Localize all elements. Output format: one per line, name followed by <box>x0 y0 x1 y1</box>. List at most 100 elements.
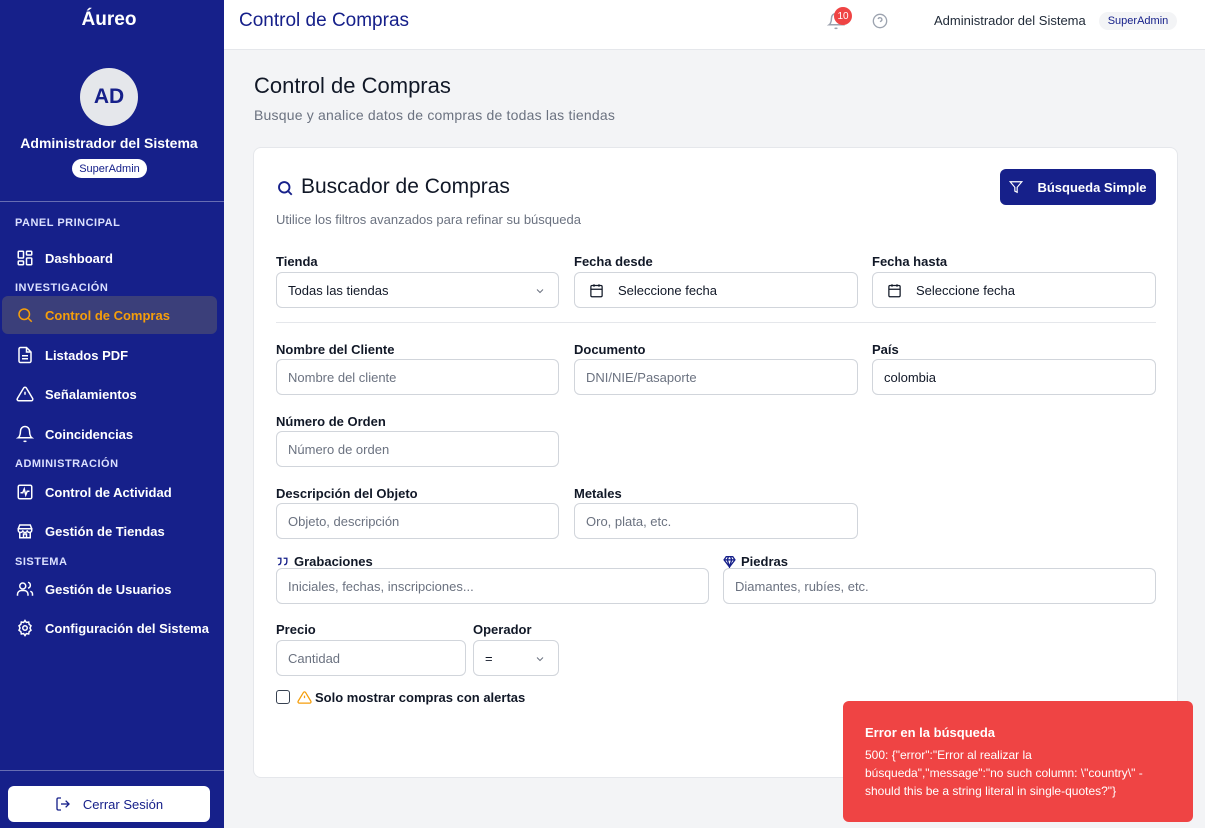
tienda-select[interactable]: Todas las tiendas <box>276 272 559 308</box>
dashboard-icon <box>17 250 33 266</box>
documento-input[interactable]: DNI/NIE/Pasaporte <box>574 359 858 395</box>
descripcion-input[interactable]: Objeto, descripción <box>276 503 559 539</box>
piedras-label-text: Piedras <box>741 554 788 569</box>
grabaciones-label: Grabaciones <box>276 554 373 569</box>
bell-icon <box>16 425 34 443</box>
metales-label: Metales <box>574 486 622 501</box>
sidebar-item-label: Señalamientos <box>45 386 137 402</box>
quote-icon <box>277 557 288 566</box>
operador-select[interactable]: = <box>473 640 559 676</box>
grabaciones-label-text: Grabaciones <box>294 554 373 569</box>
file-text-icon <box>18 346 32 364</box>
search-card-subtitle: Utilice los filtros avanzados para refin… <box>276 212 581 227</box>
piedras-input[interactable]: Diamantes, rubíes, etc. <box>723 568 1156 604</box>
help-icon[interactable] <box>872 13 888 29</box>
sidebar-divider <box>0 201 224 202</box>
chevron-down-icon <box>536 289 544 294</box>
sidebar-item-configuracion[interactable]: Configuración del Sistema <box>2 609 217 647</box>
pais-label: País <box>872 342 899 357</box>
nombre-cliente-input[interactable]: Nombre del cliente <box>276 359 559 395</box>
page-title: Control de Compras <box>254 73 451 98</box>
topbar-role-badge: SuperAdmin <box>1099 12 1177 30</box>
gear-icon <box>18 619 32 637</box>
calendar-icon <box>590 283 603 297</box>
notification-count-badge: 10 <box>834 7 852 25</box>
sidebar-item-gestion-usuarios[interactable]: Gestión de Usuarios <box>2 570 217 608</box>
precio-input[interactable]: Cantidad <box>276 640 466 676</box>
fecha-hasta-value: Seleccione fecha <box>916 282 1016 298</box>
simple-search-label: Búsqueda Simple <box>1037 179 1147 195</box>
chevron-down-icon <box>536 657 544 662</box>
pais-input[interactable]: colombia <box>872 359 1156 395</box>
toast-message: 500: {"error":"Error al realizar la búsq… <box>865 748 1143 798</box>
simple-search-button[interactable]: Búsqueda Simple <box>1000 169 1156 205</box>
sidebar-user-name: Administrador del Sistema <box>20 135 198 151</box>
store-icon <box>17 524 33 539</box>
fecha-desde-label: Fecha desde <box>574 254 653 269</box>
descripcion-label: Descripción del Objeto <box>276 486 418 501</box>
sidebar-item-label: Dashboard <box>45 250 113 266</box>
topbar: Control de Compras 10 Administrador del … <box>224 0 1205 50</box>
alerts-only-checkbox[interactable] <box>276 690 290 704</box>
logout-button[interactable]: Cerrar Sesión <box>8 786 210 822</box>
tienda-label: Tienda <box>276 254 318 269</box>
numero-orden-input[interactable]: Número de orden <box>276 431 559 467</box>
sidebar-item-label: Gestión de Tiendas <box>45 523 165 539</box>
logout-label: Cerrar Sesión <box>82 796 164 812</box>
section-investigacion: INVESTIGACIÓN <box>15 282 109 294</box>
topbar-user-name[interactable]: Administrador del Sistema <box>934 13 1086 28</box>
filter-icon <box>1009 181 1024 194</box>
fecha-desde-picker[interactable]: Seleccione fecha <box>574 272 858 308</box>
avatar: AD <box>80 68 138 126</box>
section-panel-principal: PANEL PRINCIPAL <box>15 217 121 229</box>
section-sistema: SISTEMA <box>15 556 68 568</box>
sidebar-role-badge: SuperAdmin <box>72 159 147 178</box>
page-subtitle: Busque y analice datos de compras de tod… <box>254 107 616 123</box>
section-divider <box>276 322 1156 323</box>
metales-input[interactable]: Oro, plata, etc. <box>574 503 858 539</box>
logout-icon <box>56 797 70 811</box>
sidebar-item-label: Control de Compras <box>45 307 170 323</box>
search-icon <box>18 308 33 323</box>
warning-icon <box>297 691 312 704</box>
sidebar: Áureo AD Administrador del Sistema Super… <box>0 0 224 828</box>
tienda-value: Todas las tiendas <box>288 282 389 298</box>
search-icon <box>278 181 293 196</box>
toast-title: Error en la búsqueda <box>865 725 996 740</box>
precio-label: Precio <box>276 622 316 637</box>
sidebar-item-label: Gestión de Usuarios <box>45 581 172 597</box>
operador-value: = <box>485 650 493 666</box>
sidebar-item-label: Control de Actividad <box>45 484 172 500</box>
sidebar-item-senalamientos[interactable]: Señalamientos <box>2 375 217 413</box>
sidebar-item-listados-pdf[interactable]: Listados PDF <box>2 336 217 374</box>
operador-label: Operador <box>473 622 532 637</box>
gem-icon <box>723 555 736 568</box>
sidebar-item-control-actividad[interactable]: Control de Actividad <box>2 473 217 511</box>
calendar-icon <box>888 283 901 297</box>
fecha-hasta-picker[interactable]: Seleccione fecha <box>872 272 1156 308</box>
sidebar-item-dashboard[interactable]: Dashboard <box>2 239 217 277</box>
numero-orden-label: Número de Orden <box>276 414 386 429</box>
activity-icon <box>17 484 33 500</box>
alert-triangle-icon <box>16 386 34 402</box>
grabaciones-input[interactable]: Iniciales, fechas, inscripciones... <box>276 568 709 604</box>
sidebar-item-gestion-tiendas[interactable]: Gestión de Tiendas <box>2 512 217 550</box>
search-card-title: Buscador de Compras <box>301 175 510 198</box>
topbar-title: Control de Compras <box>239 10 410 31</box>
sidebar-item-coincidencias[interactable]: Coincidencias <box>2 415 217 453</box>
section-administracion: ADMINISTRACIÓN <box>15 458 119 470</box>
piedras-label: Piedras <box>723 554 788 569</box>
error-toast[interactable]: Error en la búsqueda 500: {"error":"Erro… <box>843 701 1193 822</box>
nombre-cliente-label: Nombre del Cliente <box>276 342 395 357</box>
documento-label: Documento <box>574 342 646 357</box>
sidebar-item-control-compras[interactable]: Control de Compras <box>2 296 217 334</box>
sidebar-divider <box>0 770 224 771</box>
fecha-desde-value: Seleccione fecha <box>618 282 718 298</box>
brand-logo: Áureo <box>81 9 137 30</box>
users-icon <box>16 581 34 596</box>
sidebar-item-label: Configuración del Sistema <box>45 620 209 636</box>
sidebar-item-label: Coincidencias <box>45 426 134 442</box>
sidebar-item-label: Listados PDF <box>45 347 129 363</box>
alerts-only-label[interactable]: Solo mostrar compras con alertas <box>315 690 525 705</box>
fecha-hasta-label: Fecha hasta <box>872 254 948 269</box>
